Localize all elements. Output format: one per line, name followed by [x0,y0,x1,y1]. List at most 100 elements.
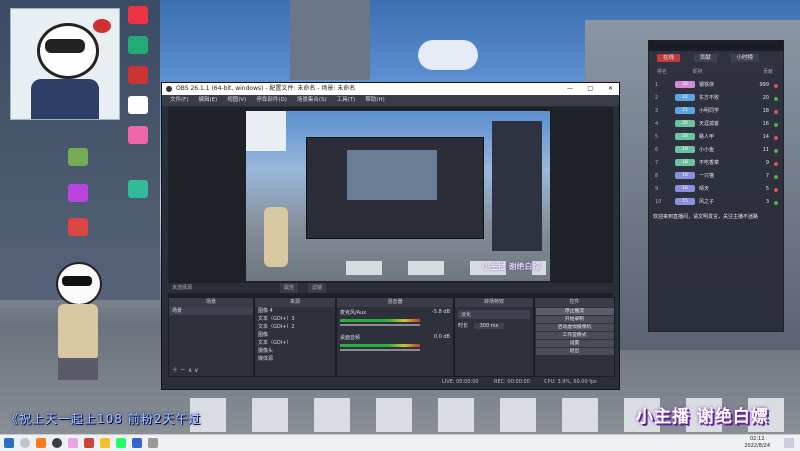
app-icon[interactable] [128,6,148,24]
clock[interactable]: 02:12 2022/8/24 [744,436,770,450]
rank-trend-icon [774,97,778,101]
source-toolbar: 未选择源 属性 滤镜 [168,283,613,293]
transition-select[interactable]: 淡化 [458,310,530,319]
scene-controls[interactable]: ＋ － ∧ ∨ [172,365,199,374]
level-badge: 20 [675,120,695,127]
tab-online[interactable]: 在线 [657,54,681,62]
user-name: 小明同学 [699,108,720,114]
menu-help[interactable]: 帮助(H) [365,97,384,103]
menu-docks[interactable]: 停靠部件(D) [256,97,287,103]
maximize-button[interactable]: □ [587,83,593,95]
notification-icon[interactable] [784,438,794,448]
obs-logo-icon [166,86,172,92]
obs-window[interactable]: OBS 26.1.1 (64-bit, windows) - 配置文件: 未命名… [161,82,620,390]
menu-tools[interactable]: 工具(T) [337,97,356,103]
character-thumb [264,207,288,267]
app-icon[interactable] [68,148,88,166]
top-building [290,0,370,80]
exit-button[interactable]: 退出 [535,348,614,355]
studio-mode-button[interactable]: 工作室模式 [535,332,614,339]
app-icon[interactable] [68,438,78,448]
start-recording-button[interactable]: 开始录制 [535,316,614,323]
virtual-camera-button[interactable]: 启动虚拟摄像机 [535,324,614,331]
app-icon[interactable] [128,96,148,114]
rank-trend-icon [774,84,778,88]
close-button[interactable]: ✕ [608,83,613,95]
no-source-label: 未选择源 [172,285,193,291]
app-icon[interactable] [68,218,88,236]
scene-item[interactable]: 场景 [169,307,253,315]
app-icon[interactable] [128,36,148,54]
app-icon[interactable] [132,438,142,448]
tab-contribution[interactable]: 贡献 [693,54,717,62]
panel-columns: 排名 昵称 贡献 [649,65,783,79]
menu-edit[interactable]: 编辑(E) [198,97,217,103]
ranking-row[interactable]: 3 21 小明同学 18 [649,105,783,118]
volume-slider[interactable] [340,324,420,326]
settings-button[interactable]: 设置 [535,340,614,347]
app-icon[interactable] [128,126,148,144]
app-icon[interactable] [148,438,158,448]
folder-icon[interactable] [100,438,110,448]
panel-notice: 欢迎来到直播间，请文明发言，关注主播不迷路 [653,214,759,220]
transitions-dock: 转场特效 淡化 时长 300 ms [454,297,534,377]
volume-slider[interactable] [340,349,420,351]
tab-hourly[interactable]: 小时榜 [730,54,760,62]
stop-streaming-button[interactable]: 停止推流 [535,308,614,315]
obs-taskbar-icon[interactable] [52,438,62,448]
ranking-row[interactable]: 5 20 路人甲 14 [649,131,783,144]
minimize-button[interactable]: — [567,83,573,95]
nested-scene [347,150,437,200]
level-badge: 22 [675,94,695,101]
filters-button[interactable]: 滤镜 [308,283,327,293]
column-score: 贡献 [762,69,773,75]
ranking-row[interactable]: 4 20 天涯孤客 16 [649,118,783,131]
app-icon[interactable] [116,438,126,448]
rank-number: 9 [655,186,659,192]
app-icon[interactable] [68,184,88,202]
app-icon[interactable] [84,438,94,448]
source-item[interactable]: 文本（GDI+） [255,339,335,347]
obs-titlebar[interactable]: OBS 26.1.1 (64-bit, windows) - 配置文件: 未命名… [162,83,619,95]
track-name: 桌面音频 [340,335,361,341]
level-badge: 30 [675,81,695,88]
duration-input[interactable]: 300 ms [473,323,505,329]
source-item[interactable]: 文本（GDI+）3 [255,315,335,323]
source-item[interactable]: 图像 [255,331,335,339]
source-item[interactable]: 图像 4 [255,307,335,315]
volume-meter [340,319,420,322]
ranking-row[interactable]: 8 18 一只猫 7 [649,170,783,183]
level-badge: 19 [675,146,695,153]
menu-view[interactable]: 视图(V) [227,97,246,103]
scene-overlay-text: 小主播 谢绝白嫖 [482,262,541,271]
start-icon[interactable] [4,438,14,448]
source-item[interactable]: 媒体源 [255,355,335,363]
app-icon[interactable] [128,66,148,84]
ranking-row[interactable]: 10 15 风之子 3 [649,196,783,209]
user-name: 天涯孤客 [699,121,720,127]
rank-number: 10 [655,199,662,205]
rank-number: 2 [655,95,659,101]
scenes-dock-title: 场景 [169,298,253,307]
ranking-row[interactable]: 9 16 晴天 5 [649,183,783,196]
mixer-dock-title: 混音器 [337,298,453,307]
app-icon[interactable] [36,438,46,448]
panel-header [649,41,783,51]
menu-file[interactable]: 文件(F) [170,97,188,103]
user-score: 7 [765,173,769,179]
search-icon[interactable] [20,438,30,448]
menu-scene-collection[interactable]: 场景集合(S) [297,97,327,103]
ranking-row[interactable]: 2 22 东方不败 20 [649,92,783,105]
ranking-row[interactable]: 7 18 不吃香菜 9 [649,157,783,170]
ranking-row[interactable]: 1 30 钢铁侠 999 [649,79,783,92]
source-item[interactable]: 文本（GDI+）2 [255,323,335,331]
source-item[interactable]: 摄像头 [255,347,335,355]
ranking-row[interactable]: 6 19 小小鱼 11 [649,144,783,157]
mixer-track: 桌面音频 0.0 dB [337,328,453,353]
column-name: 昵称 [692,69,703,75]
user-name: 晴天 [699,186,710,192]
uniform-shape [31,79,99,119]
live-time: LIVE: 00:00:00 [442,379,479,385]
properties-button[interactable]: 属性 [280,283,299,293]
app-icon[interactable] [128,180,148,198]
